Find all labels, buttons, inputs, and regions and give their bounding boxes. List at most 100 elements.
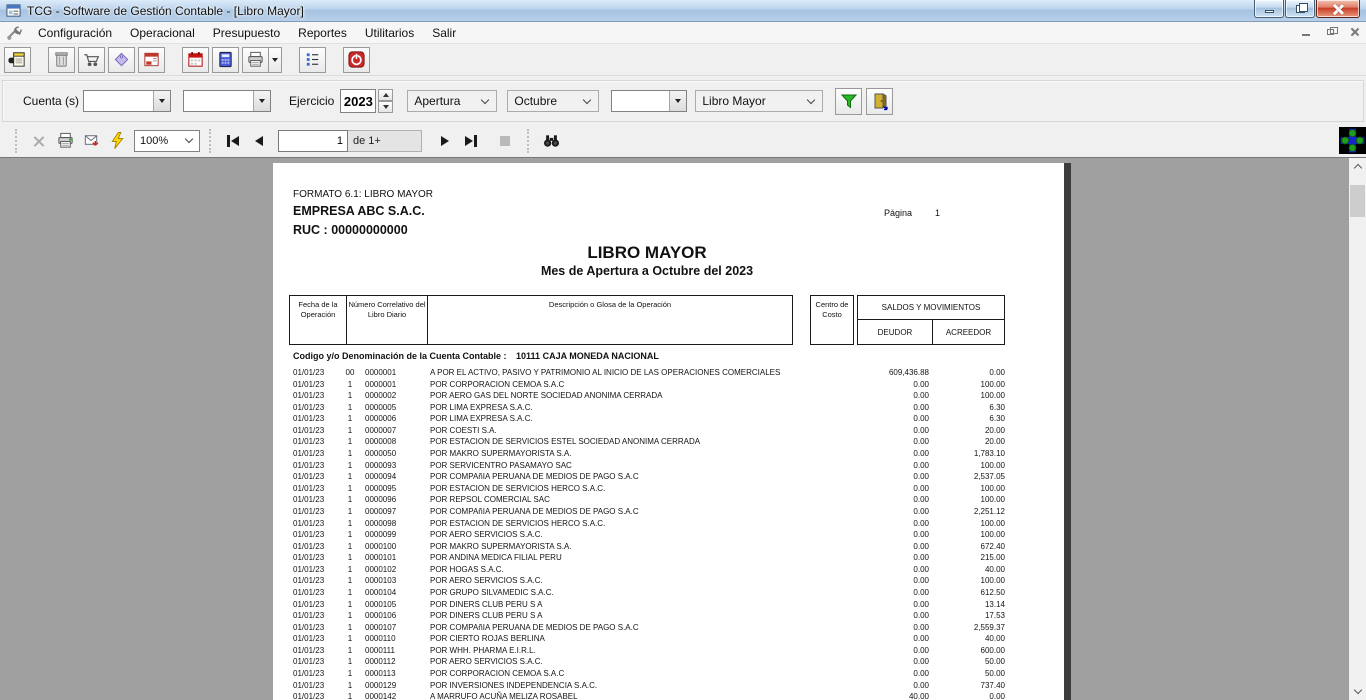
viewer-print-button[interactable] — [52, 128, 78, 154]
toolbar-grip[interactable] — [15, 129, 17, 153]
cell-fecha: 01/01/23 — [293, 449, 324, 458]
report-format-title: FORMATO 6.1: LIBRO MAYOR — [293, 189, 433, 200]
cuenta-label: Cuenta (s) — [23, 94, 83, 108]
extra-combo-arrow-button[interactable] — [669, 91, 686, 111]
table-row: 01/01/23 1 0000002 POR AERO GAS DEL NORT… — [273, 390, 1064, 402]
last-page-button[interactable] — [458, 128, 484, 154]
cart-button[interactable] — [78, 47, 105, 73]
form-button[interactable] — [138, 47, 165, 73]
periodo-hasta-combo[interactable]: Octubre — [507, 90, 599, 112]
cell-correlativo: 0000001 — [365, 380, 396, 389]
menu-item[interactable]: Operacional — [121, 24, 204, 42]
cell-descripcion: POR GRUPO SILVAMEDIC S.A.C. — [430, 588, 554, 597]
filter-button[interactable] — [835, 88, 862, 115]
scroll-thumb[interactable] — [1350, 185, 1365, 217]
viewer-toolbar: 100% 1 de 1+ — [0, 124, 1366, 158]
viewer-close-button[interactable] — [26, 128, 52, 154]
exit-door-icon — [870, 91, 890, 111]
close-icon — [1332, 3, 1344, 15]
exit-button[interactable] — [866, 88, 893, 115]
cell-acreedor: 100.00 — [873, 484, 1005, 493]
cell-acreedor: 737.40 — [873, 681, 1005, 690]
cell-acreedor: 600.00 — [873, 646, 1005, 655]
tag-button[interactable] — [108, 47, 135, 73]
spinner-up-button[interactable] — [378, 89, 393, 101]
reporte-combo[interactable]: Libro Mayor — [695, 90, 823, 112]
chevron-down-icon — [481, 95, 489, 103]
page-total-label: de 1+ — [348, 130, 422, 152]
list-button[interactable] — [299, 47, 326, 73]
cell-fecha: 01/01/23 — [293, 507, 324, 516]
cell-tipo: 1 — [339, 542, 361, 551]
cart-icon — [82, 50, 101, 69]
calendar-button[interactable] — [182, 47, 209, 73]
mdi-close-button[interactable] — [1346, 24, 1362, 39]
ejercicio-spinner — [378, 89, 393, 113]
report-rows: 01/01/23 00 0000001 A POR EL ACTIVO, PAS… — [273, 367, 1064, 700]
cell-fecha: 01/01/23 — [293, 565, 324, 574]
menu-item[interactable]: Salir — [423, 24, 465, 42]
cuenta-combo-2[interactable] — [183, 90, 271, 112]
menu-item[interactable]: Reportes — [289, 24, 356, 42]
calculator-icon — [216, 50, 235, 69]
restore-button[interactable] — [1285, 0, 1315, 18]
next-page-button[interactable] — [432, 128, 458, 154]
menu-item[interactable]: Presupuesto — [204, 24, 289, 42]
cell-correlativo: 0000110 — [365, 634, 396, 643]
exit-stop-button[interactable] — [343, 47, 370, 73]
prev-page-icon — [255, 136, 263, 146]
scroll-up-button[interactable] — [1349, 158, 1366, 175]
periodo-desde-combo[interactable]: Apertura — [407, 90, 497, 112]
page-number-input[interactable]: 1 — [278, 130, 348, 152]
cell-correlativo: 0000112 — [365, 657, 396, 666]
stop-loading-button[interactable] — [492, 128, 518, 154]
toolbar-grip[interactable] — [527, 129, 529, 153]
cell-descripcion: POR AERO SERVICIOS S.A.C. — [430, 530, 543, 539]
cell-acreedor: 50.00 — [873, 657, 1005, 666]
print-icon — [56, 131, 75, 150]
cell-descripcion: POR MAKRO SUPERMAYORISTA S.A. — [430, 449, 572, 458]
viewer-refresh-button[interactable] — [104, 128, 130, 154]
column-header-deudor: DEUDOR — [857, 319, 933, 345]
cell-descripcion: POR INVERSIONES INDEPENDENCIA S.A.C. — [430, 681, 597, 690]
menu-item[interactable]: Configuración — [29, 24, 121, 42]
cell-tipo: 1 — [339, 657, 361, 666]
cell-tipo: 1 — [339, 391, 361, 400]
ejercicio-input[interactable]: 2023 — [340, 89, 376, 113]
cell-tipo: 1 — [339, 600, 361, 609]
search-button[interactable] — [538, 128, 564, 154]
calculator-button[interactable] — [212, 47, 239, 73]
minimize-button[interactable] — [1254, 0, 1284, 18]
cell-acreedor: 1,783.10 — [873, 449, 1005, 458]
menu-item[interactable]: Utilitarios — [356, 24, 423, 42]
first-page-button[interactable] — [220, 128, 246, 154]
column-header-centro: Centro de Costo — [810, 295, 854, 345]
table-row: 01/01/23 1 0000096 POR REPSOL COMERCIAL … — [273, 494, 1064, 506]
spinner-down-button[interactable] — [378, 101, 393, 113]
cell-acreedor: 672.40 — [873, 542, 1005, 551]
print-button[interactable] — [242, 47, 269, 73]
scroll-down-button[interactable] — [1349, 683, 1366, 700]
table-row: 01/01/23 1 0000129 POR INVERSIONES INDEP… — [273, 680, 1064, 692]
cuenta-combo-1-arrow-button[interactable] — [153, 91, 170, 111]
viewer-export-button[interactable] — [78, 128, 104, 154]
toolbar-grip[interactable] — [209, 129, 211, 153]
cell-descripcion: POR ESTACION DE SERVICIOS HERCO S.A.C. — [430, 519, 605, 528]
cell-acreedor: 0.00 — [873, 692, 1005, 700]
mdi-restore-button[interactable] — [1322, 24, 1338, 39]
mdi-minimize-button[interactable] — [1298, 24, 1314, 39]
vertical-scrollbar[interactable] — [1349, 158, 1366, 700]
ledger-button[interactable] — [4, 47, 31, 73]
cell-acreedor: 6.30 — [873, 403, 1005, 412]
extra-combo[interactable] — [611, 90, 687, 112]
cuenta-combo-2-arrow-button[interactable] — [253, 91, 270, 111]
zoom-combo[interactable]: 100% — [134, 130, 200, 152]
close-button[interactable] — [1316, 0, 1360, 18]
print-dropdown-button[interactable] — [269, 47, 282, 73]
cell-correlativo: 0000129 — [365, 681, 396, 690]
cuenta-combo-1[interactable] — [83, 90, 171, 112]
archive-button[interactable] — [48, 47, 75, 73]
prev-page-button[interactable] — [246, 128, 272, 154]
cell-tipo: 1 — [339, 588, 361, 597]
next-page-icon — [441, 136, 449, 146]
